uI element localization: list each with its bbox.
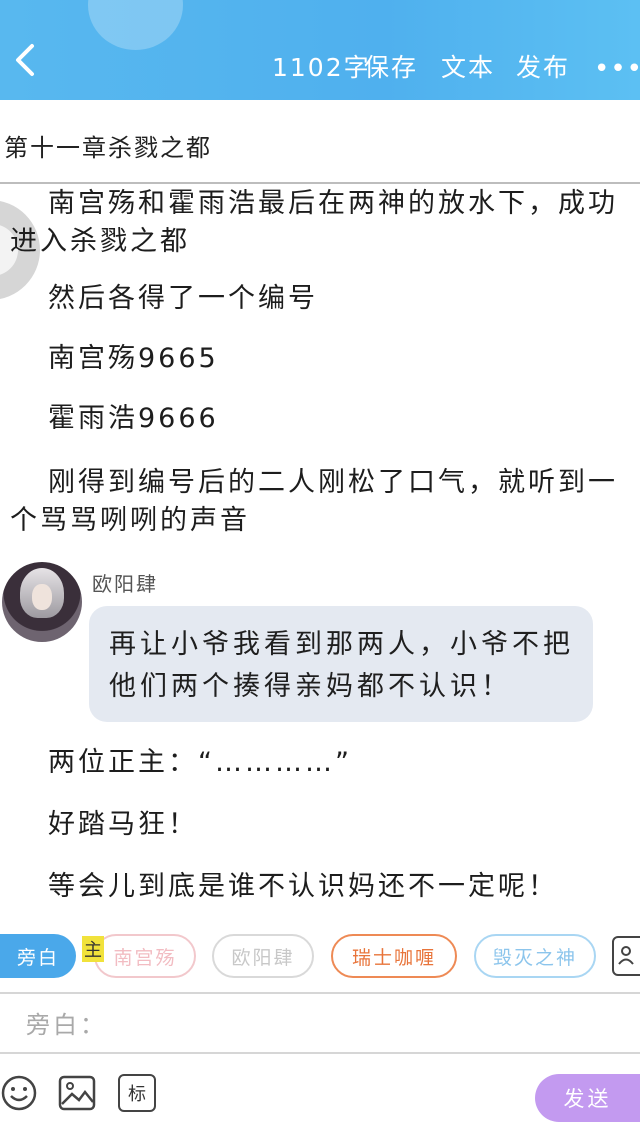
image-icon[interactable] [58,1074,96,1112]
top-bar: 1102字 保存 文本 发布 ••• [0,0,640,100]
avatar[interactable] [2,562,82,642]
emoji-icon[interactable] [0,1074,38,1112]
paragraph[interactable]: 好踏马狂！ [48,806,640,844]
divider [0,182,640,184]
main-role-tag: 主 [82,936,104,962]
role-chip[interactable]: 南宫殇 [94,934,196,978]
back-arrow-icon [16,44,34,76]
text-button[interactable]: 文本 [441,48,495,84]
paragraph[interactable]: 两位正主：“…………” [48,744,640,782]
header-decoration [88,0,183,50]
publish-button[interactable]: 发布 [516,48,570,84]
paragraph[interactable]: 南宫殇9665 [48,340,640,378]
speaker-name: 欧阳肆 [92,572,158,596]
paragraph[interactable]: 等会儿到底是谁不认识妈还不一定呢！ [48,868,640,906]
word-count: 1102字 [272,53,371,82]
chapter-title[interactable]: 第十一章杀戮之都 [4,128,212,163]
contacts-glyph [618,946,634,965]
contacts-icon[interactable] [612,936,640,976]
role-chip[interactable]: 瑞士咖喱 [331,934,457,978]
role-chip[interactable]: 毁灭之神 [474,934,596,978]
message-input-container [0,992,640,1054]
paragraph[interactable]: 南宫殇和霍雨浩最后在两神的放水下，成功进入杀戮之都 [10,185,640,261]
save-button[interactable]: 保存 [364,48,418,84]
paragraph[interactable]: 刚得到编号后的二人刚松了口气，就听到一个骂骂咧咧的声音 [10,464,640,540]
message-input[interactable] [24,1004,628,1046]
back-button[interactable] [10,40,40,80]
more-icon[interactable]: ••• [594,54,640,84]
tag-button[interactable]: 标 [118,1074,156,1112]
speech-text: 再让小爷我看到那两人，小爷不把他们两个揍得亲妈都不认识！ [109,629,574,702]
speech-bubble[interactable]: 再让小爷我看到那两人，小爷不把他们两个揍得亲妈都不认识！ [89,606,593,722]
image-glyph [58,1075,96,1111]
send-button[interactable]: 发送 [535,1074,640,1122]
emoji-glyph [1,1075,37,1111]
paragraph[interactable]: 霍雨浩9666 [48,400,640,438]
role-chip[interactable]: 欧阳肆 [212,934,314,978]
role-chip-narration[interactable]: 旁白 [0,934,76,978]
avatar-face [32,584,52,610]
paragraph[interactable]: 然后各得了一个编号 [48,280,640,318]
